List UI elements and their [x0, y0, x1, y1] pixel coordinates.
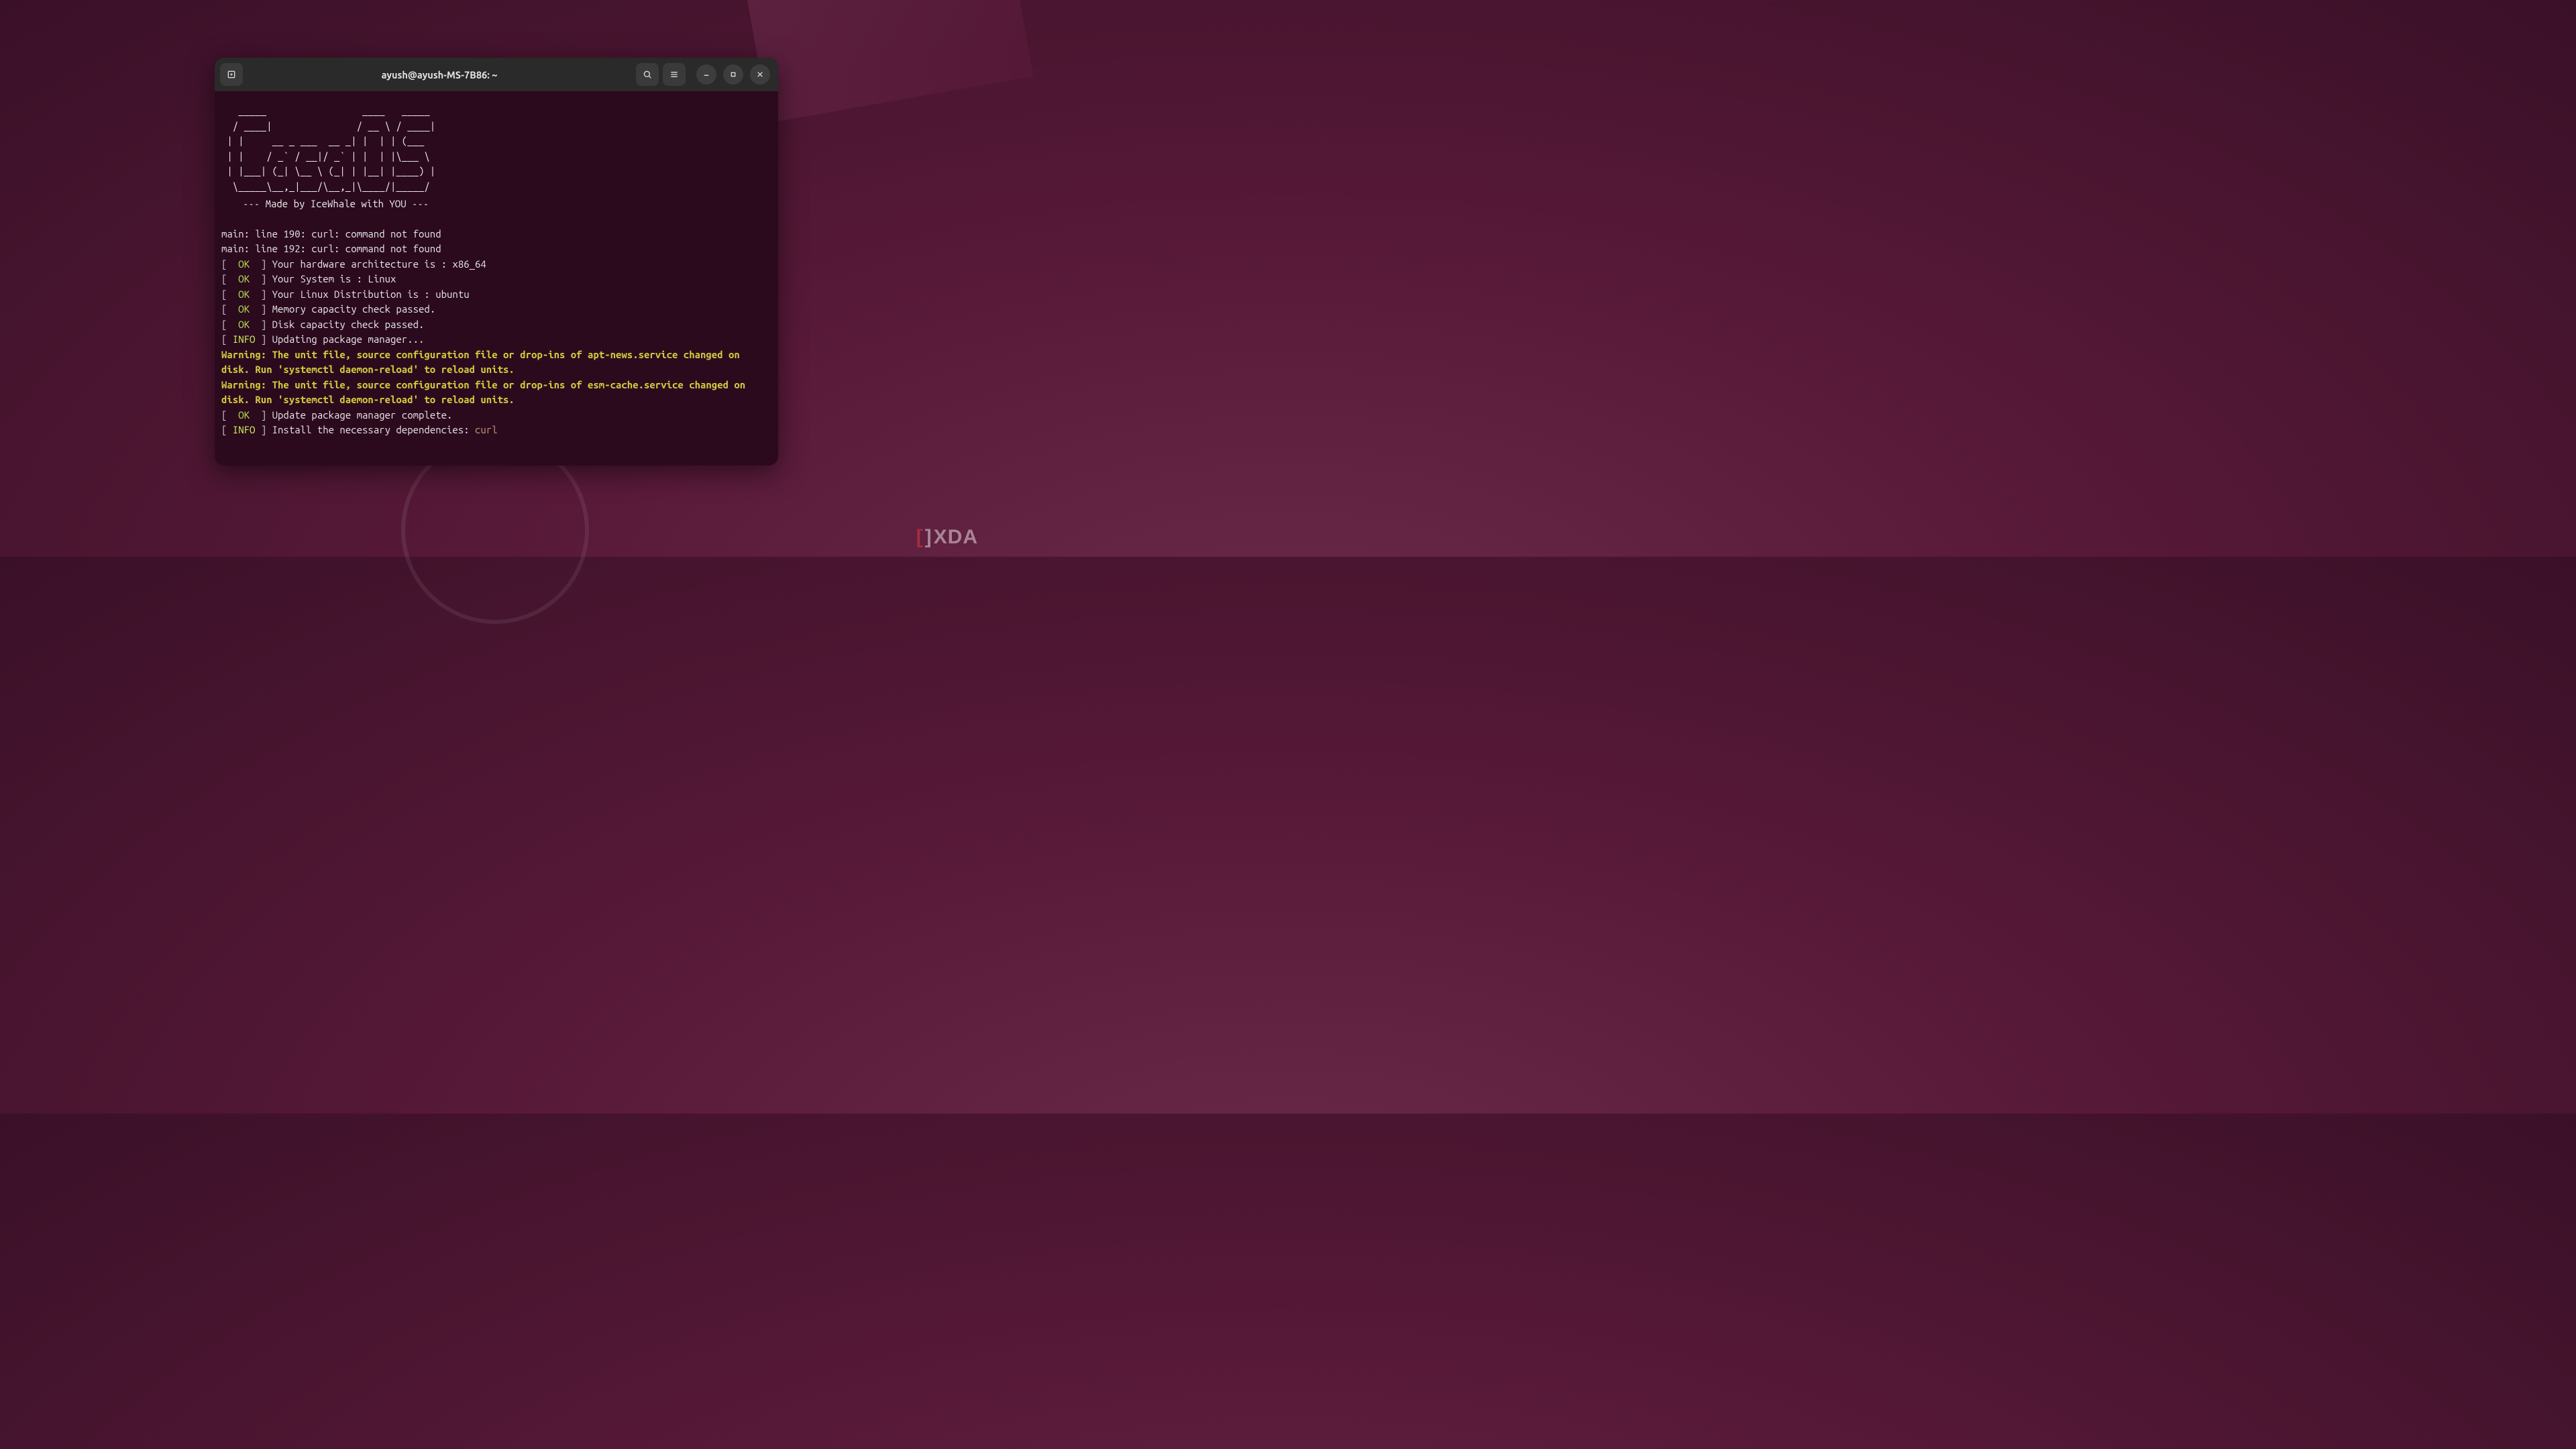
hamburger-icon — [669, 69, 680, 80]
terminal-output: main: line 190: curl: command not foundm… — [221, 227, 771, 438]
terminal-window: ayush@ayush-MS-7B86: ~ _____ ____ — [215, 58, 778, 466]
terminal-line: main: line 190: curl: command not found — [221, 227, 771, 242]
terminal-line: [ OK ] Memory capacity check passed. — [221, 302, 771, 317]
terminal-line: [ OK ] Your Linux Distribution is : ubun… — [221, 287, 771, 303]
terminal-body[interactable]: _____ ____ _____ / ____| / __ \ / ____| … — [215, 91, 778, 466]
terminal-line: [ INFO ] Install the necessary dependenc… — [221, 423, 771, 438]
new-tab-icon — [226, 69, 237, 80]
maximize-button[interactable] — [723, 64, 743, 85]
tagline: --- Made by IceWhale with YOU --- — [243, 197, 771, 212]
xda-watermark: []XDA — [916, 526, 978, 549]
terminal-line: Warning: The unit file, source configura… — [221, 378, 771, 408]
new-tab-button[interactable] — [220, 63, 243, 86]
minimize-icon — [701, 69, 712, 80]
titlebar: ayush@ayush-MS-7B86: ~ — [215, 58, 778, 91]
watermark-bracket-right: ] — [925, 526, 932, 549]
search-button[interactable] — [636, 63, 659, 86]
minimize-button[interactable] — [696, 64, 716, 85]
background-corner — [746, 0, 1034, 123]
watermark-bracket-left: [ — [916, 526, 924, 549]
terminal-line: [ OK ] Your hardware architecture is : x… — [221, 257, 771, 272]
terminal-line: [ INFO ] Updating package manager... — [221, 332, 771, 347]
close-icon — [755, 69, 765, 80]
window-title: ayush@ayush-MS-7B86: ~ — [247, 69, 632, 80]
maximize-icon — [728, 69, 739, 80]
terminal-line: [ OK ] Update package manager complete. — [221, 408, 771, 423]
terminal-line: Warning: The unit file, source configura… — [221, 347, 771, 378]
ascii-art-banner: _____ ____ _____ / ____| / __ \ / ____| … — [221, 103, 771, 194]
menu-button[interactable] — [663, 63, 686, 86]
search-icon — [642, 69, 653, 80]
terminal-line: [ OK ] Your System is : Linux — [221, 272, 771, 287]
terminal-line: main: line 192: curl: command not found — [221, 241, 771, 257]
close-button[interactable] — [750, 64, 770, 85]
window-controls — [696, 64, 770, 85]
watermark-text: XDA — [934, 526, 978, 549]
terminal-line: [ OK ] Disk capacity check passed. — [221, 317, 771, 333]
titlebar-right-group — [636, 63, 686, 86]
